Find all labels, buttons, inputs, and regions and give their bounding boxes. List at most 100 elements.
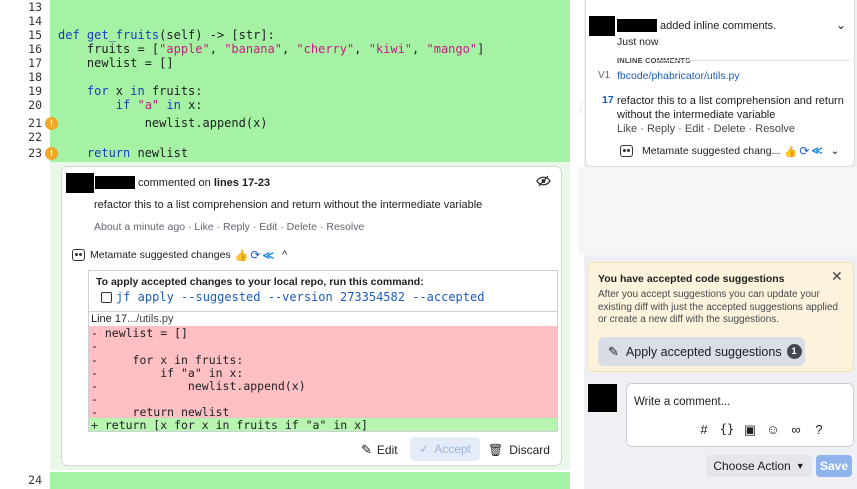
line-number[interactable]: 20 xyxy=(0,98,42,112)
accept-suggestion-button[interactable]: ✓ Accept xyxy=(410,437,480,461)
line-number[interactable]: 18 xyxy=(0,70,42,84)
line-number[interactable]: 17 xyxy=(0,56,42,70)
thumbs-up-icon[interactable]: 👍 xyxy=(784,145,797,158)
metamate-toggle[interactable]: Metamate suggested chang... 👍 ⟳ ≪ ⌄ xyxy=(620,144,839,158)
divider xyxy=(656,60,851,61)
version-tag: V1 xyxy=(598,70,611,81)
chevron-up-icon[interactable]: ^ xyxy=(282,249,287,261)
activity-comment-text: refactor this to a list comprehension an… xyxy=(617,95,844,121)
robot-icon xyxy=(620,145,633,157)
code-line-23: return newlist xyxy=(58,146,189,160)
save-button[interactable]: Save xyxy=(816,455,852,477)
comment-timestamp: About a minute ago xyxy=(94,221,186,233)
attachment-icon[interactable]: ∞ xyxy=(787,422,805,438)
warning-icon[interactable]: ! xyxy=(45,147,58,160)
diff-added-line: + return [x for x in fruits if "a" in x] xyxy=(91,418,368,432)
edit-link[interactable]: Edit xyxy=(685,123,704,135)
hashtag-icon[interactable]: # xyxy=(695,422,713,438)
help-icon[interactable]: ? xyxy=(810,422,828,438)
warning-icon[interactable]: ! xyxy=(45,117,58,130)
refresh-icon[interactable]: ⟳ xyxy=(799,144,809,158)
code-line-15: def get_fruits(self) -> [str]: xyxy=(58,28,275,42)
like-link[interactable]: Like xyxy=(617,123,637,135)
vscode-icon[interactable]: ≪ xyxy=(811,145,822,157)
line-number[interactable]: 14 xyxy=(0,14,42,28)
comment-body: refactor this to a list comprehension an… xyxy=(94,199,483,211)
line-number[interactable]: 21 xyxy=(0,116,42,130)
code-line-20: if "a" in x: xyxy=(58,98,203,112)
redacted-author-name xyxy=(617,19,657,32)
chevron-down-icon[interactable]: ⌄ xyxy=(830,145,839,157)
trash-icon: 🗑 xyxy=(488,443,504,457)
image-icon[interactable]: ▣ xyxy=(741,422,759,438)
diff-removed-line: - return newlist xyxy=(91,405,230,419)
apply-command[interactable]: jf apply --suggested --version 273354582… xyxy=(116,290,484,304)
code-line-17: newlist = [] xyxy=(58,56,174,70)
sidebar-empty-area xyxy=(578,167,857,255)
delete-link[interactable]: Delete xyxy=(714,123,746,135)
activity-time[interactable]: Just now xyxy=(617,36,658,48)
diff-added-block: + return [x for x in fruits if "a" in x] xyxy=(89,418,557,432)
resolve-link[interactable]: Resolve xyxy=(755,123,795,135)
line-number[interactable]: 24 xyxy=(0,473,42,487)
choose-action-dropdown[interactable]: Choose Action ▼ xyxy=(706,455,812,477)
copy-icon[interactable] xyxy=(101,291,112,303)
diff-removed-line: - xyxy=(91,392,98,406)
line-range-link[interactable]: lines 17-23 xyxy=(214,177,270,189)
vscode-icon[interactable]: ≪ xyxy=(262,249,274,262)
comment-meta-row: About a minute ago · Like · Reply · Edit… xyxy=(94,221,365,233)
suggestion-count-badge: 1 xyxy=(786,344,802,359)
like-link[interactable]: Like xyxy=(194,221,213,233)
code-line-19: for x in fruits: xyxy=(58,84,203,98)
code-line-16: fruits = ["apple", "banana", "cherry", "… xyxy=(58,42,485,56)
command-row: jf apply --suggested --version 273354582… xyxy=(101,290,484,304)
line-number[interactable]: 22 xyxy=(0,130,42,144)
robot-icon xyxy=(72,249,85,261)
edit-suggestion-button[interactable]: ✎ Edit xyxy=(361,438,398,462)
code-editor-pane: 13 14 15 16 17 18 19 20 21 22 23 24 ! ! … xyxy=(0,0,574,489)
diff-removed-line: - xyxy=(91,339,98,353)
diff-header: Line 17.../utils.py xyxy=(89,312,557,326)
activity-title: added inline comments. xyxy=(660,20,777,32)
file-path-link[interactable]: fbcode/phabricator/utils.py xyxy=(617,70,740,82)
delete-link[interactable]: Delete xyxy=(287,221,317,233)
activity-actions: Like · Reply · Edit · Delete · Resolve xyxy=(617,123,796,135)
comment-line-link[interactable]: 17 xyxy=(602,94,614,106)
metamate-toggle[interactable]: Metamate suggested changes 👍 ⟳ ≪ ^ xyxy=(72,248,287,262)
line-number[interactable]: 13 xyxy=(0,0,42,14)
check-icon: ✓ xyxy=(419,442,430,456)
resolve-link[interactable]: Resolve xyxy=(326,221,364,233)
line-number[interactable]: 15 xyxy=(0,28,42,42)
code-braces-icon[interactable]: {} xyxy=(718,422,736,438)
avatar[interactable] xyxy=(66,173,94,193)
changed-line-24 xyxy=(50,472,570,489)
line-number[interactable]: 19 xyxy=(0,84,42,98)
avatar[interactable] xyxy=(588,384,617,412)
redacted-author-name xyxy=(95,176,135,189)
pencil-icon: ✎ xyxy=(361,442,372,457)
thumbs-up-icon[interactable]: 👍 xyxy=(235,249,249,262)
hide-comment-icon[interactable] xyxy=(536,174,551,191)
reply-link[interactable]: Reply xyxy=(223,221,250,233)
diff-removed-line: - newlist.append(x) xyxy=(91,379,306,393)
comment-input[interactable]: Write a comment... xyxy=(634,396,730,408)
refresh-icon[interactable]: ⟳ xyxy=(250,248,260,262)
diff-removed-line: - for x in fruits: xyxy=(91,353,244,367)
diff-removed-line: - if "a" in x: xyxy=(91,366,244,380)
emoji-icon[interactable]: ☺ xyxy=(764,422,782,438)
line-number[interactable]: 23 xyxy=(0,146,42,160)
avatar[interactable] xyxy=(589,16,615,36)
diff-removed-block: - newlist = [] - - for x in fruits: - if… xyxy=(89,326,557,419)
edit-link[interactable]: Edit xyxy=(259,221,277,233)
changed-code-block xyxy=(50,0,570,162)
close-icon[interactable]: ✕ xyxy=(831,268,843,285)
chevron-down-icon[interactable]: ⌄ xyxy=(836,18,846,32)
suggestion-diff: Line 17.../utils.py - newlist = [] - - f… xyxy=(88,312,558,432)
code-line-21: newlist.append(x) xyxy=(58,116,268,130)
apply-accepted-suggestions-button[interactable]: ✎ Apply accepted suggestions 1 xyxy=(598,337,805,366)
reply-link[interactable]: Reply xyxy=(647,123,675,135)
comment-header: commented on lines 17-23 xyxy=(138,177,271,189)
line-number[interactable]: 16 xyxy=(0,42,42,56)
diff-removed-line: - newlist = [] xyxy=(91,326,188,340)
discard-suggestion-button[interactable]: 🗑 Discard xyxy=(488,438,550,462)
